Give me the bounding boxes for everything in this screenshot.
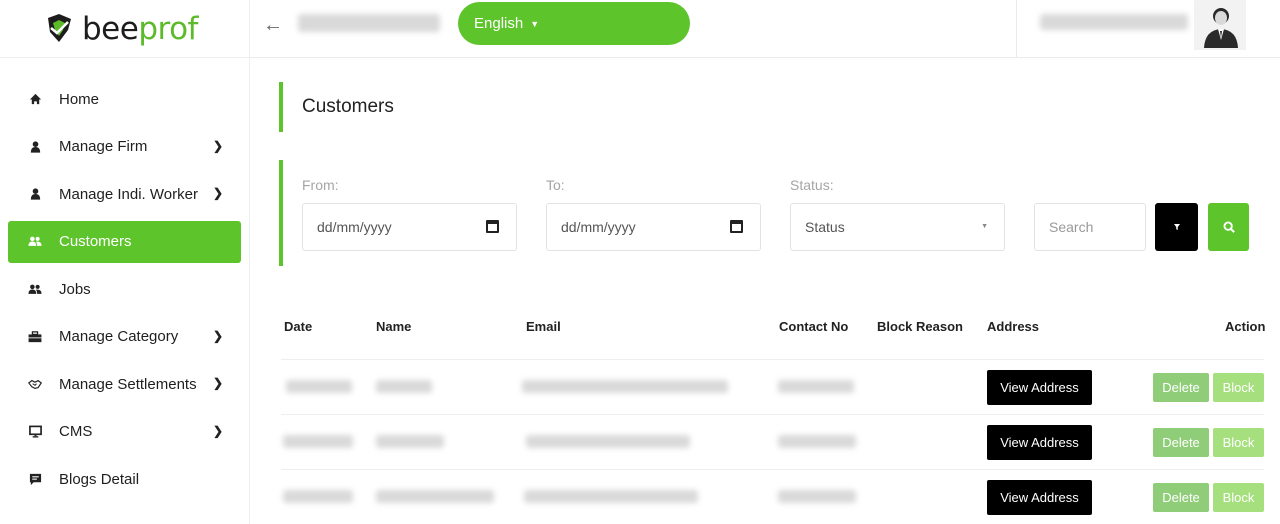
row-divider <box>281 469 1264 470</box>
column-header-date: Date <box>284 319 313 334</box>
title-accent-bar <box>279 82 283 132</box>
top-header: ← English ▼ <box>250 0 1280 58</box>
chevron-right-icon: ❯ <box>212 423 223 438</box>
blurred-cell <box>778 380 854 393</box>
page-title: Customers <box>302 96 394 117</box>
home-icon <box>28 92 42 106</box>
calendar-icon[interactable] <box>486 220 499 233</box>
delete-button[interactable]: Delete <box>1153 373 1209 402</box>
sidebar-item-label: Customers <box>59 233 132 250</box>
sidebar-item-manage-firm[interactable]: Manage Firm ❯ <box>8 126 241 168</box>
sidebar: beeprof Home Manage Firm ❯ Manage Indi. … <box>0 0 250 524</box>
blurred-cell <box>778 490 856 503</box>
blurred-cell <box>283 435 353 448</box>
blurred-cell <box>376 490 494 503</box>
blurred-cell <box>524 490 698 503</box>
status-select[interactable]: Status ▼ <box>790 203 1005 251</box>
calendar-icon[interactable] <box>730 220 743 233</box>
comment-icon <box>28 472 42 486</box>
chevron-right-icon: ❯ <box>212 328 223 343</box>
view-address-button[interactable]: View Address <box>987 425 1092 460</box>
to-date-placeholder: dd/mm/yyyy <box>561 219 636 235</box>
arrow-left-icon[interactable]: ← <box>263 14 283 37</box>
from-date-input[interactable]: dd/mm/yyyy <box>302 203 517 251</box>
brand-name-bee: bee <box>82 10 139 47</box>
search-button[interactable] <box>1208 203 1249 251</box>
delete-button[interactable]: Delete <box>1153 483 1209 512</box>
search-placeholder: Search <box>1049 219 1094 235</box>
header-divider <box>1016 0 1017 58</box>
caret-down-icon: ▼ <box>981 223 988 230</box>
sidebar-item-jobs[interactable]: Jobs <box>8 268 241 310</box>
sidebar-item-label: Manage Category <box>59 328 179 345</box>
chevron-right-icon: ❯ <box>212 138 223 153</box>
column-header-block-reason: Block Reason <box>877 319 963 334</box>
blurred-cell <box>283 490 353 503</box>
search-input[interactable]: Search <box>1034 203 1146 251</box>
avatar[interactable] <box>1194 0 1246 50</box>
delete-button[interactable]: Delete <box>1153 428 1209 457</box>
user-icon <box>28 187 42 201</box>
status-select-value: Status <box>805 219 845 235</box>
brand-logo[interactable]: beeprof <box>0 0 249 58</box>
sidebar-item-manage-category[interactable]: Manage Category ❯ <box>8 316 241 358</box>
filter-accent-bar <box>279 160 283 266</box>
sidebar-item-cms[interactable]: CMS ❯ <box>8 411 241 453</box>
block-button[interactable]: Block <box>1213 373 1264 402</box>
view-address-button[interactable]: View Address <box>987 480 1092 515</box>
block-button[interactable]: Block <box>1213 428 1264 457</box>
row-divider <box>281 359 1264 360</box>
blurred-cell <box>778 435 856 448</box>
sidebar-item-home[interactable]: Home <box>8 78 241 120</box>
sidebar-item-label: Manage Indi. Worker <box>59 185 198 203</box>
sidebar-item-label: Blogs Detail <box>59 470 140 488</box>
sidebar-item-label: CMS <box>59 423 93 440</box>
from-date-placeholder: dd/mm/yyyy <box>317 219 392 235</box>
column-header-address: Address <box>987 319 1040 334</box>
sidebar-item-label: Home <box>59 90 100 108</box>
blurred-cell <box>376 380 432 393</box>
column-header-name: Name <box>376 319 412 334</box>
monitor-icon <box>28 425 42 439</box>
sidebar-item-manage-settlements[interactable]: Manage Settlements ❯ <box>8 363 241 405</box>
status-label: Status: <box>790 177 834 193</box>
blurred-cell <box>286 380 352 393</box>
sidebar-item-label: Jobs <box>59 280 91 298</box>
briefcase-icon <box>28 330 42 344</box>
blurred-username[interactable] <box>1040 14 1188 30</box>
chevron-right-icon: ❯ <box>212 186 223 200</box>
sidebar-nav: Home Manage Firm ❯ Manage Indi. Worker ❯… <box>8 78 241 506</box>
users-icon <box>28 282 42 296</box>
row-divider <box>281 414 1264 415</box>
blurred-cell <box>522 380 728 393</box>
sidebar-item-blogs-detail[interactable]: Blogs Detail <box>8 458 241 500</box>
to-label: To: <box>546 177 565 193</box>
blurred-cell <box>376 435 444 448</box>
column-header-contact: Contact No <box>779 319 849 334</box>
sidebar-item-label: Manage Firm <box>59 138 148 155</box>
blurred-breadcrumb <box>298 14 440 32</box>
bee-logo-icon <box>48 13 71 42</box>
user-icon <box>28 140 42 154</box>
filter-button[interactable] <box>1155 203 1198 251</box>
column-header-action: Action <box>1225 319 1266 334</box>
sidebar-item-label: Manage Settlements <box>59 375 197 393</box>
sidebar-item-customers[interactable]: Customers <box>8 220 241 263</box>
blurred-cell <box>526 435 690 448</box>
handshake-icon <box>28 377 42 391</box>
block-button[interactable]: Block <box>1213 483 1264 512</box>
search-icon <box>1223 221 1235 233</box>
chevron-right-icon: ❯ <box>212 376 223 390</box>
to-date-input[interactable]: dd/mm/yyyy <box>546 203 761 251</box>
brand-name-prof: prof <box>138 10 198 47</box>
filter-icon <box>1173 224 1180 230</box>
caret-down-icon: ▼ <box>530 18 540 29</box>
column-header-email: Email <box>526 319 561 334</box>
language-dropdown[interactable]: English ▼ <box>458 2 690 45</box>
sidebar-item-manage-indi-worker[interactable]: Manage Indi. Worker ❯ <box>8 173 241 215</box>
language-label: English <box>474 15 524 32</box>
view-address-button[interactable]: View Address <box>987 370 1092 405</box>
from-label: From: <box>302 177 339 193</box>
users-icon <box>28 235 42 249</box>
